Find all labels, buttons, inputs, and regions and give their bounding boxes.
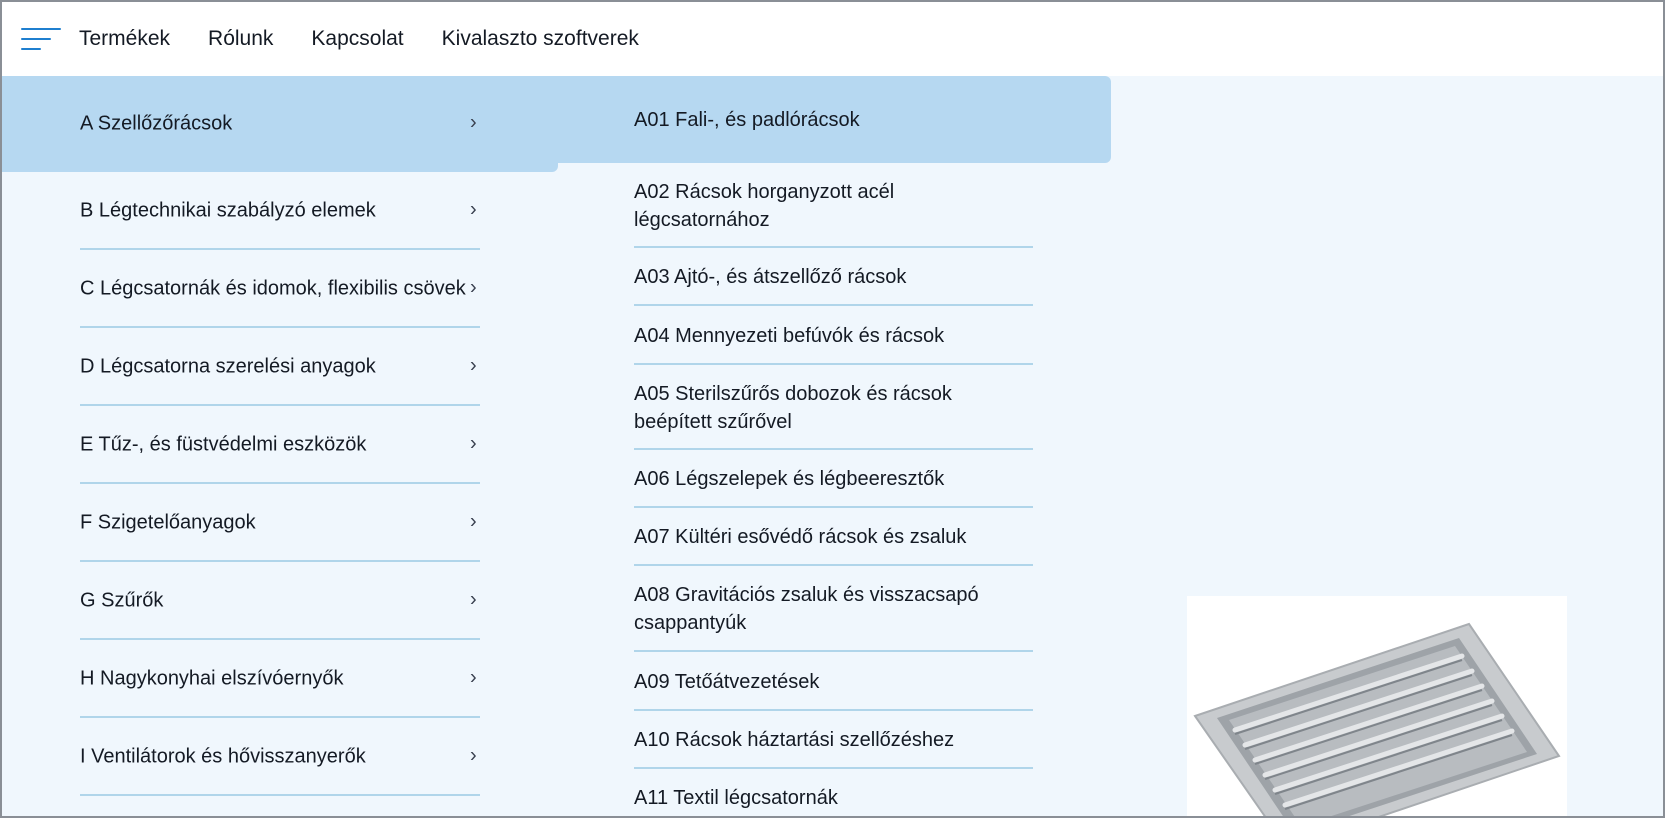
subcategory-label: A08 Gravitációs zsaluk és visszacsapó cs…: [634, 584, 979, 634]
subcategory-item-a09[interactable]: A09 Tetőátvezetések: [558, 652, 1111, 711]
chevron-right-icon: ›: [470, 111, 477, 134]
chevron-right-icon: ›: [470, 744, 477, 767]
nav-link-rolunk[interactable]: Rólunk: [208, 27, 273, 51]
category-list: A Szellőzőrácsok › B Légtechnikai szabál…: [2, 76, 558, 796]
category-label: A Szellőzőrácsok: [80, 112, 233, 135]
subcategory-item-a06[interactable]: A06 Légszelepek és légbeeresztők: [558, 450, 1111, 508]
subcategory-item-a11[interactable]: A11 Textil légcsatornák: [558, 769, 1111, 816]
divider: [80, 794, 480, 796]
category-label: I Ventilátorok és hővisszanyerők: [80, 745, 366, 768]
subcategory-label: A06 Légszelepek és légbeeresztők: [634, 468, 945, 490]
browser-frame: Termékek Rólunk Kapcsolat Kivalaszto szo…: [0, 0, 1665, 818]
subcategory-label: A03 Ajtó-, és átszellőző rácsok: [634, 266, 907, 288]
subcategory-label: A02 Rácsok horganyzott acél légcsatornáh…: [634, 180, 895, 231]
nav-link-kapcsolat[interactable]: Kapcsolat: [311, 27, 403, 51]
subcategory-item-a08[interactable]: A08 Gravitációs zsaluk és visszacsapó cs…: [558, 566, 1111, 652]
product-preview-image: [1187, 596, 1567, 816]
subcategory-item-a01[interactable]: A01 Fali-, és padlórácsok: [558, 76, 1111, 163]
nav-link-termekek[interactable]: Termékek: [79, 27, 170, 51]
category-item-h[interactable]: H Nagykonyhai elszívóernyők ›: [2, 640, 558, 718]
subcategory-label: A01 Fali-, és padlórácsok: [634, 108, 860, 131]
subcategory-item-a02[interactable]: A02 Rácsok horganyzott acél légcsatornáh…: [558, 163, 1111, 248]
mega-menu-panel: A Szellőzőrácsok › B Légtechnikai szabál…: [2, 76, 1663, 816]
category-item-a[interactable]: A Szellőzőrácsok ›: [2, 76, 558, 172]
category-label: C Légcsatornák és idomok, flexibilis csö…: [80, 277, 466, 300]
subcategory-label: A04 Mennyezeti befúvók és rácsok: [634, 324, 945, 347]
subcategory-item-a03[interactable]: A03 Ajtó-, és átszellőző rácsok: [558, 248, 1111, 306]
grille-illustration: [1193, 622, 1561, 816]
chevron-right-icon: ›: [470, 588, 477, 611]
category-item-e[interactable]: E Tűz-, és füstvédelmi eszközök ›: [2, 406, 558, 484]
category-item-d[interactable]: D Légcsatorna szerelési anyagok ›: [2, 328, 558, 406]
category-label: F Szigetelőanyagok: [80, 511, 256, 534]
category-item-c[interactable]: C Légcsatornák és idomok, flexibilis csö…: [2, 250, 558, 328]
category-label: E Tűz-, és füstvédelmi eszközök: [80, 433, 367, 456]
chevron-right-icon: ›: [470, 276, 477, 299]
category-item-i[interactable]: I Ventilátorok és hővisszanyerők ›: [2, 718, 558, 796]
subcategory-item-a05[interactable]: A05 Sterilszűrős dobozok és rácsok beépí…: [558, 365, 1111, 450]
chevron-right-icon: ›: [470, 198, 477, 221]
subcategory-label: A10 Rácsok háztartási szellőzéshez: [634, 729, 955, 751]
top-navigation: Termékek Rólunk Kapcsolat Kivalaszto szo…: [2, 2, 1663, 76]
subcategory-item-a07[interactable]: A07 Kültéri esővédő rácsok és zsaluk: [558, 508, 1111, 566]
category-label: B Légtechnikai szabályzó elemek: [80, 199, 376, 222]
subcategory-item-a10[interactable]: A10 Rácsok háztartási szellőzéshez: [558, 711, 1111, 769]
subcategory-item-a04[interactable]: A04 Mennyezeti befúvók és rácsok: [558, 306, 1111, 365]
chevron-right-icon: ›: [470, 432, 477, 455]
nav-link-kivalaszto-szoftverek[interactable]: Kivalaszto szoftverek: [442, 27, 639, 51]
category-label: G Szűrők: [80, 589, 164, 612]
chevron-right-icon: ›: [470, 354, 477, 377]
chevron-right-icon: ›: [470, 666, 477, 689]
hamburger-menu-icon[interactable]: [21, 26, 61, 52]
category-item-f[interactable]: F Szigetelőanyagok ›: [2, 484, 558, 562]
subcategory-list: A01 Fali-, és padlórácsok A02 Rácsok hor…: [558, 76, 1111, 816]
chevron-right-icon: ›: [470, 510, 477, 533]
category-label: D Légcsatorna szerelési anyagok: [80, 355, 376, 378]
subcategory-label: A09 Tetőátvezetések: [634, 670, 820, 693]
subcategory-label: A07 Kültéri esővédő rácsok és zsaluk: [634, 526, 967, 548]
category-item-g[interactable]: G Szűrők ›: [2, 562, 558, 640]
category-label: H Nagykonyhai elszívóernyők: [80, 667, 344, 690]
subcategory-label: A05 Sterilszűrős dobozok és rácsok beépí…: [634, 382, 952, 433]
subcategory-label: A11 Textil légcsatornák: [634, 787, 838, 809]
category-item-b[interactable]: B Légtechnikai szabályzó elemek ›: [2, 172, 558, 250]
